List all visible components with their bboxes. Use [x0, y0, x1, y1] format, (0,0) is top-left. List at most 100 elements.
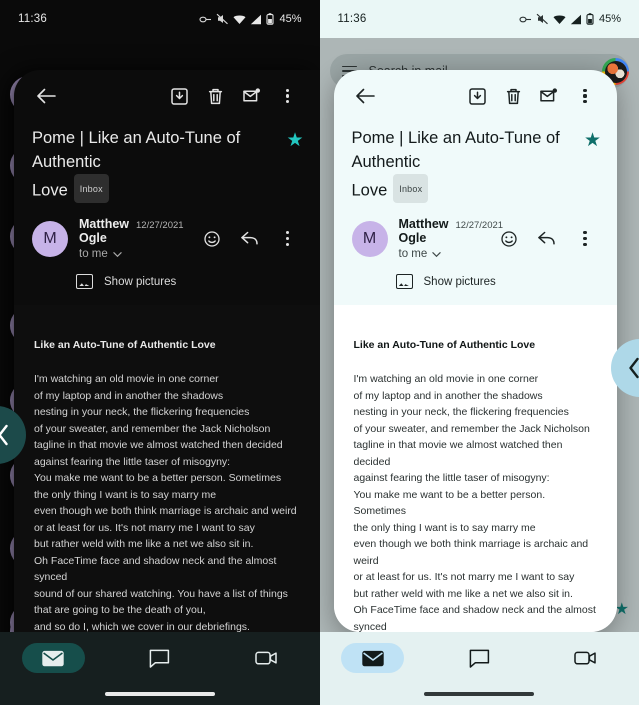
- mark-unread-icon[interactable]: [234, 78, 270, 114]
- more-vertical-icon[interactable]: [270, 221, 306, 257]
- archive-icon[interactable]: [459, 78, 495, 114]
- more-vertical-icon[interactable]: [567, 78, 603, 114]
- chevron-down-icon: [432, 251, 441, 257]
- mail-tab[interactable]: [0, 643, 107, 673]
- page-title: Pome | Like an Auto-Tune of Authentic Lo…: [352, 126, 576, 203]
- poem-line: against fearing the little taser of miso…: [34, 455, 231, 468]
- poem-line: sound of our shared watching. You have a…: [34, 587, 288, 600]
- poem-line: Oh FaceTime face and shadow neck and the…: [34, 554, 277, 584]
- chat-tab[interactable]: [426, 643, 533, 673]
- status-bar-light: 11:36 45%: [319, 0, 639, 38]
- poem-lines: I'm watching an old movie in one corner …: [354, 371, 598, 632]
- page-title: Pome | Like an Auto-Tune of Authentic Lo…: [32, 126, 278, 203]
- poem-line: nesting in your neck, the flickering fre…: [34, 406, 250, 418]
- video-camera-icon: [255, 650, 278, 666]
- meet-tab[interactable]: [213, 643, 320, 673]
- detail-action-bar: [334, 70, 618, 122]
- bottom-navigation-dark: [0, 632, 320, 705]
- recipients-toggle[interactable]: to me: [399, 248, 481, 260]
- poem-line: but rather weld with me like a net we al…: [353, 587, 573, 600]
- poem-line: against fearing the little taser of miso…: [353, 472, 550, 484]
- show-pictures-button[interactable]: Show pictures: [334, 260, 618, 289]
- poem-line: or at least for us. It's not marry me I …: [353, 571, 575, 583]
- recipients-label: to me: [79, 248, 108, 260]
- chat-tab[interactable]: [107, 643, 214, 673]
- trash-icon[interactable]: [198, 78, 234, 114]
- mark-unread-icon[interactable]: [531, 78, 567, 114]
- link-icon: [519, 16, 531, 22]
- poem-line: or at least for us. It's not marry me I …: [34, 521, 255, 534]
- battery-percent: 45%: [598, 13, 621, 25]
- sender-date: 12/27/2021: [136, 220, 184, 231]
- emoji-smiley-icon[interactable]: [491, 221, 527, 257]
- poem-line: You make me want to be a better person. …: [353, 488, 546, 518]
- more-vertical-icon[interactable]: [270, 78, 306, 114]
- envelope-icon: [42, 650, 64, 667]
- phone-light-theme: 11:36 45% ★ Pome | Like an Auto-Tune of …: [319, 0, 639, 705]
- more-vertical-icon[interactable]: [567, 221, 603, 257]
- detail-action-bar: [14, 70, 320, 122]
- poem-line: of my laptop and in another the shadows: [34, 389, 224, 402]
- chevron-left-icon: [0, 424, 8, 446]
- poem-line: I'm watching an old movie in one corner: [34, 373, 219, 385]
- sender-name: Matthew Ogle: [398, 217, 449, 245]
- star-filled-icon[interactable]: ★: [286, 126, 303, 150]
- email-body-light: Like an Auto-Tune of Authentic Love I'm …: [333, 305, 617, 632]
- signal-icon: [570, 14, 581, 24]
- battery-icon: [266, 13, 275, 25]
- poem-line: of your sweater, and remember the Jack N…: [353, 422, 590, 435]
- star-filled-icon[interactable]: ★: [584, 126, 601, 150]
- poem-line: tagline in that movie we almost watched …: [34, 439, 283, 451]
- subject-area: Pome | Like an Auto-Tune of Authentic Lo…: [334, 122, 618, 203]
- signal-icon: [251, 14, 262, 24]
- back-arrow-icon[interactable]: [348, 78, 384, 114]
- meet-tab[interactable]: [533, 643, 639, 673]
- status-bar-dark: 11:36 45%: [0, 0, 320, 38]
- battery-percent: 45%: [279, 13, 302, 25]
- link-icon: [199, 16, 212, 22]
- show-pictures-label: Show pictures: [423, 275, 496, 288]
- subject-text: Pome | Like an Auto-Tune of Authentic: [32, 129, 241, 171]
- mail-tab[interactable]: [320, 643, 427, 673]
- wifi-icon: [233, 15, 246, 24]
- label-chip[interactable]: Inbox: [73, 174, 109, 203]
- chat-bubble-icon: [469, 649, 490, 668]
- recipients-toggle[interactable]: to me: [79, 248, 183, 260]
- subject-text: Pome | Like an Auto-Tune of Authentic: [351, 129, 560, 171]
- subject-area: Pome | Like an Auto-Tune of Authentic Lo…: [14, 122, 320, 203]
- poem-title: Like an Auto-Tune of Authentic Love: [34, 339, 216, 351]
- image-icon: [76, 274, 93, 289]
- bottom-navigation-light: [319, 632, 639, 705]
- emoji-smiley-icon[interactable]: [194, 221, 230, 257]
- dual-phone-screenshot: 11:36 45% Pome | Like an Auto-Tune of Au…: [0, 0, 639, 705]
- reply-arrow-icon[interactable]: [529, 221, 565, 257]
- video-camera-icon: [574, 650, 597, 666]
- status-time: 11:36: [18, 13, 47, 25]
- sender-name: Matthew Ogle: [79, 217, 129, 245]
- avatar[interactable]: M: [351, 220, 388, 257]
- mute-icon: [217, 13, 229, 25]
- status-icons: 45%: [519, 13, 621, 25]
- archive-icon[interactable]: [162, 78, 198, 114]
- poem-line: that are going to be the death of you,: [34, 604, 206, 616]
- subject-text-line2: Love: [351, 181, 388, 200]
- poem-line: but rather weld with me like a net we al…: [34, 538, 254, 550]
- show-pictures-label: Show pictures: [104, 275, 177, 288]
- subject-text-line2: Love: [32, 181, 68, 200]
- email-detail-card-light: Pome | Like an Auto-Tune of Authentic Lo…: [333, 70, 618, 632]
- home-gesture-bar: [424, 692, 535, 696]
- poem-line: even though we both think marriage is ar…: [34, 505, 297, 517]
- back-arrow-icon[interactable]: [28, 78, 64, 114]
- poem-line: You make me want to be a better person. …: [34, 472, 282, 484]
- reply-arrow-icon[interactable]: [232, 221, 268, 257]
- avatar[interactable]: M: [32, 220, 68, 257]
- recipients-label: to me: [398, 248, 428, 260]
- label-chip[interactable]: Inbox: [393, 174, 429, 203]
- poem-line: Oh FaceTime face and shadow neck and the…: [353, 604, 596, 632]
- poem-line: nesting in your neck, the flickering fre…: [353, 406, 569, 418]
- show-pictures-button[interactable]: Show pictures: [14, 260, 320, 289]
- trash-icon[interactable]: [495, 78, 531, 114]
- chat-bubble-icon: [149, 649, 170, 668]
- phone-dark-theme: 11:36 45% Pome | Like an Auto-Tune of Au…: [0, 0, 320, 705]
- poem-line: even though we both think marriage is ar…: [353, 538, 589, 567]
